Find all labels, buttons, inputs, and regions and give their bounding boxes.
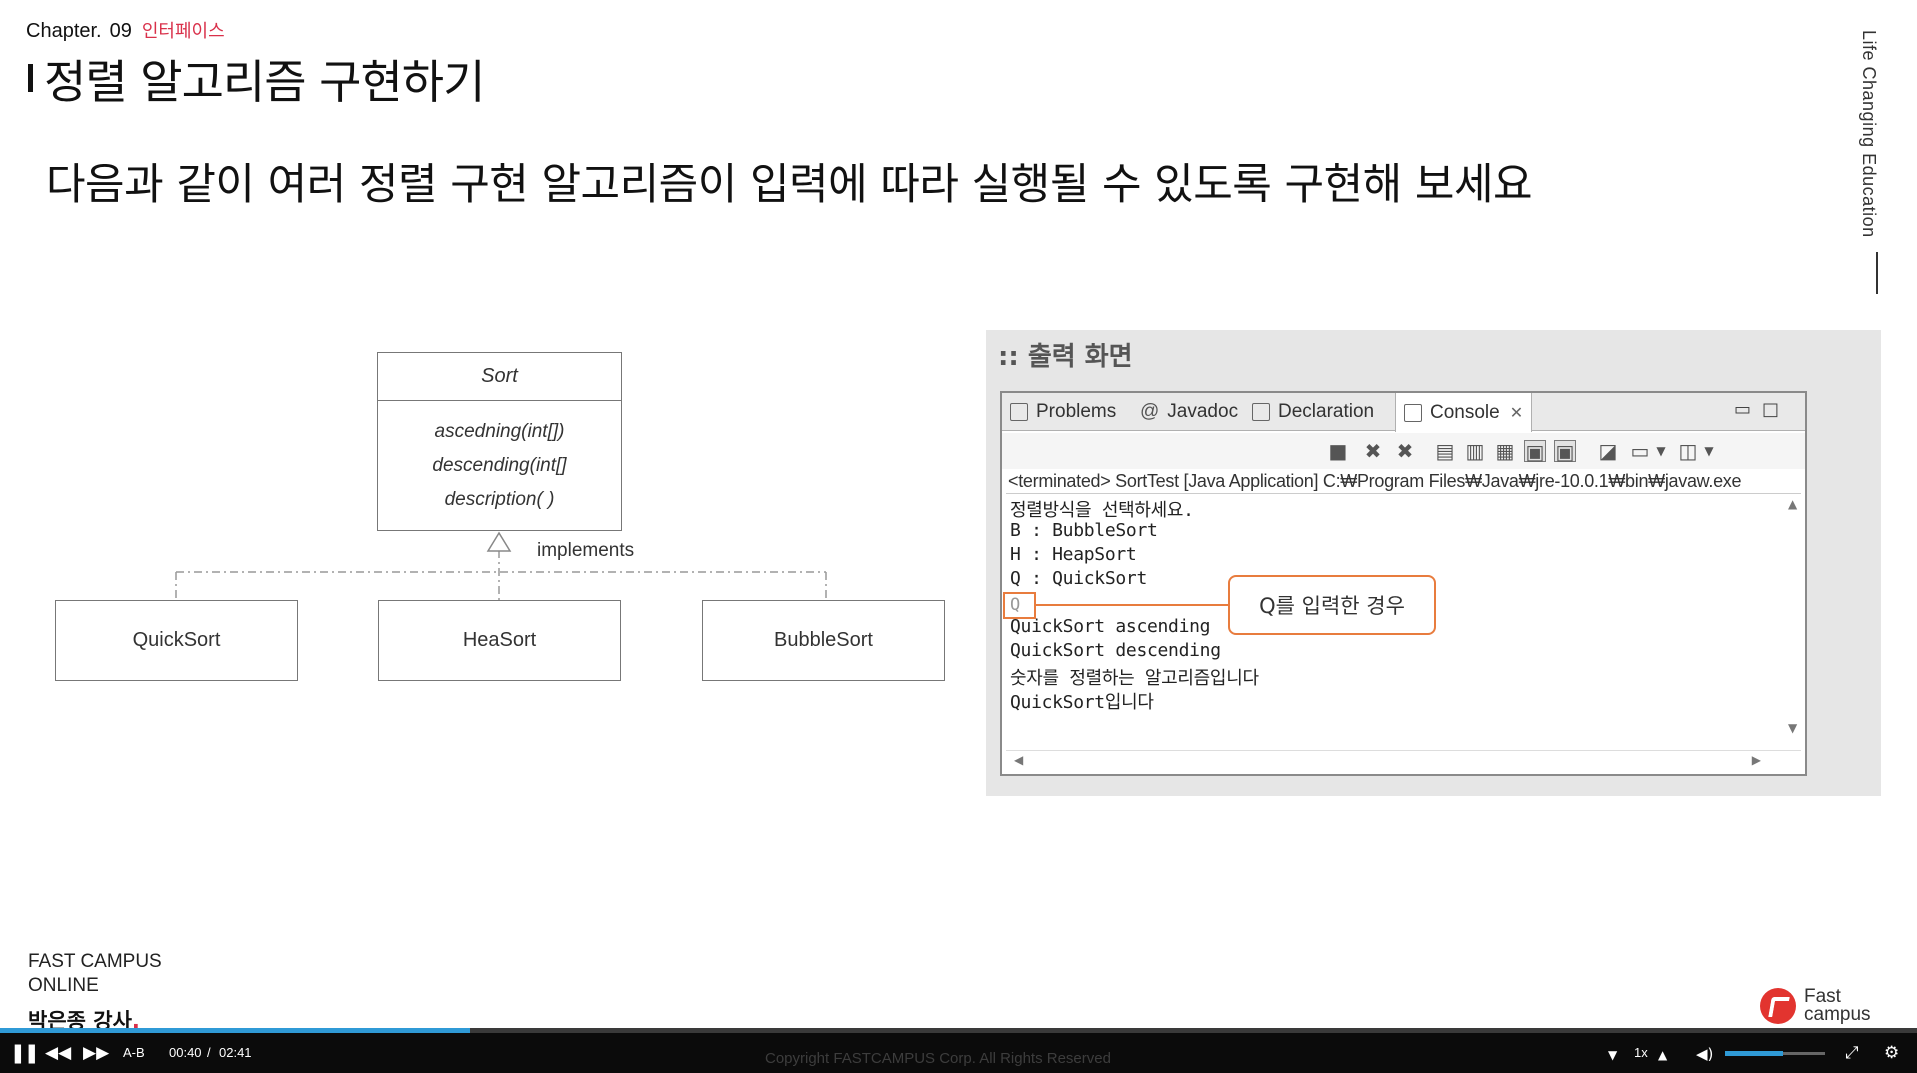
show-on-stderr-icon[interactable]: ▣ [1554, 440, 1576, 463]
uml-class-name: Sort [378, 353, 621, 401]
uml-class-heasort: HeaSort [378, 600, 621, 681]
console-line: QuickSort ascending [1010, 616, 1211, 637]
tab-javadoc[interactable]: @ Javadoc [1140, 393, 1238, 431]
volume-icon[interactable]: ◀) [1696, 1044, 1713, 1064]
playback-speed: 1x [1634, 1045, 1648, 1060]
declaration-icon [1252, 403, 1270, 421]
scroll-lock-icon[interactable]: ▥ [1464, 440, 1486, 462]
volume-level [1725, 1051, 1783, 1056]
console-line: 숫자를 정렬하는 알고리즘입니다 [1010, 668, 1259, 689]
display-console-icon[interactable]: ▭ [1629, 440, 1651, 462]
output-panel: :: 출력 화면 Problems @ Javadoc Declaration C… [986, 330, 1881, 796]
callout-connector [1036, 604, 1228, 606]
terminated-status: <terminated> SortTest [Java Application]… [1008, 471, 1742, 491]
logo-line: campus [1804, 1004, 1871, 1025]
pause-icon[interactable]: ❚❚ [10, 1043, 40, 1063]
remove-all-icon[interactable]: ✖ [1394, 440, 1416, 462]
uml-class-quicksort: QuickSort [55, 600, 298, 681]
pin-console-icon[interactable]: ◪ [1597, 440, 1619, 462]
tab-label: Console [1430, 401, 1500, 423]
fastcampus-logo: Fast campus [1760, 987, 1871, 1025]
console-line: B : BubbleSort [1010, 520, 1158, 541]
current-time: 00:40 [169, 1045, 202, 1060]
vertical-scrollbar[interactable]: ▲ ▼ [1785, 493, 1803, 739]
uml-method: description( ) [444, 489, 555, 510]
copyright-text: Copyright FASTCAMPUS Corp. All Rights Re… [765, 1050, 1111, 1067]
close-tab-icon[interactable]: ✕ [1510, 403, 1523, 423]
brand-line: FAST CAMPUS [28, 951, 162, 972]
console-line: Q : QuickSort [1010, 568, 1147, 589]
maximize-icon[interactable]: □ [1762, 399, 1779, 420]
fastcampus-logo-icon [1760, 988, 1796, 1024]
javadoc-icon: @ [1140, 401, 1160, 422]
fullscreen-icon[interactable]: ⤢ [1845, 1043, 1859, 1063]
settings-gear-icon[interactable]: ⚙ [1884, 1043, 1899, 1063]
uml-class-sort: Sort ascedning(int[]) descending(int[] d… [377, 352, 622, 531]
tab-label: Javadoc [1167, 401, 1239, 422]
console-icon [1404, 403, 1422, 422]
scroll-down-icon[interactable]: ▼ [1788, 721, 1797, 735]
minimize-icon[interactable]: ▭ [1734, 399, 1751, 420]
open-console-icon[interactable]: ◫ [1677, 440, 1699, 462]
speed-down-icon[interactable]: ▼ [1608, 1045, 1617, 1065]
console-line: QuickSort입니다 [1010, 692, 1154, 713]
terminate-icon[interactable]: ■ [1327, 440, 1349, 462]
console-line: QuickSort descending [1010, 640, 1221, 661]
duration: 02:41 [219, 1045, 252, 1060]
speed-up-icon[interactable]: ▲ [1658, 1045, 1667, 1065]
uml-method: ascedning(int[]) [434, 421, 565, 442]
show-on-stdout-icon[interactable]: ▣ [1524, 440, 1546, 463]
input-value: Q [1010, 595, 1021, 615]
video-player-controls: ❚❚ ◀◀ ▶▶ A-B 00:40 / 02:41 Copyright FAS… [0, 1033, 1917, 1073]
uml-class-bubblesort: BubbleSort [702, 600, 945, 681]
tab-declaration[interactable]: Declaration [1252, 393, 1374, 431]
output-panel-title: :: 출력 화면 [998, 342, 1133, 372]
word-wrap-icon[interactable]: ▦ [1494, 440, 1516, 462]
rewind-icon[interactable]: ◀◀ [45, 1043, 71, 1063]
console-line: H : HeapSort [1010, 544, 1137, 565]
problems-icon [1010, 403, 1028, 421]
brand-line: ONLINE [28, 975, 99, 996]
tab-console[interactable]: Console ✕ [1395, 393, 1533, 432]
chevron-down-icon[interactable]: ▼ [1698, 440, 1720, 462]
console-toolbar: ■ ✖ ✖ ▤ ▥ ▦ ▣ ▣ ◪ ▭ ▼ ◫ ▼ [1002, 433, 1805, 469]
view-tabs: Problems @ Javadoc Declaration Console ✕ ▭… [1002, 393, 1805, 432]
clear-console-icon[interactable]: ▤ [1434, 440, 1456, 462]
uml-method: descending(int[] [432, 455, 567, 476]
ab-repeat-button[interactable]: A-B [123, 1045, 145, 1060]
chevron-down-icon[interactable]: ▼ [1650, 440, 1672, 462]
tab-problems[interactable]: Problems [1010, 393, 1116, 431]
time-separator: / [207, 1045, 211, 1060]
input-callout: Q를 입력한 경우 [1228, 575, 1436, 635]
uml-implements-label: implements [537, 540, 635, 561]
scroll-up-icon[interactable]: ▲ [1788, 497, 1797, 511]
remove-launch-icon[interactable]: ✖ [1362, 440, 1384, 462]
console-line: 정렬방식을 선택하세요. [1010, 500, 1194, 521]
fast-forward-icon[interactable]: ▶▶ [83, 1043, 109, 1063]
scroll-left-icon[interactable]: ◀ [1014, 753, 1023, 767]
horizontal-scrollbar[interactable]: ◀ ▶ [1006, 750, 1801, 772]
scroll-right-icon[interactable]: ▶ [1752, 753, 1761, 767]
tab-label: Problems [1036, 401, 1117, 422]
tab-label: Declaration [1278, 401, 1375, 422]
brand-text: FAST CAMPUS ONLINE [28, 950, 162, 998]
